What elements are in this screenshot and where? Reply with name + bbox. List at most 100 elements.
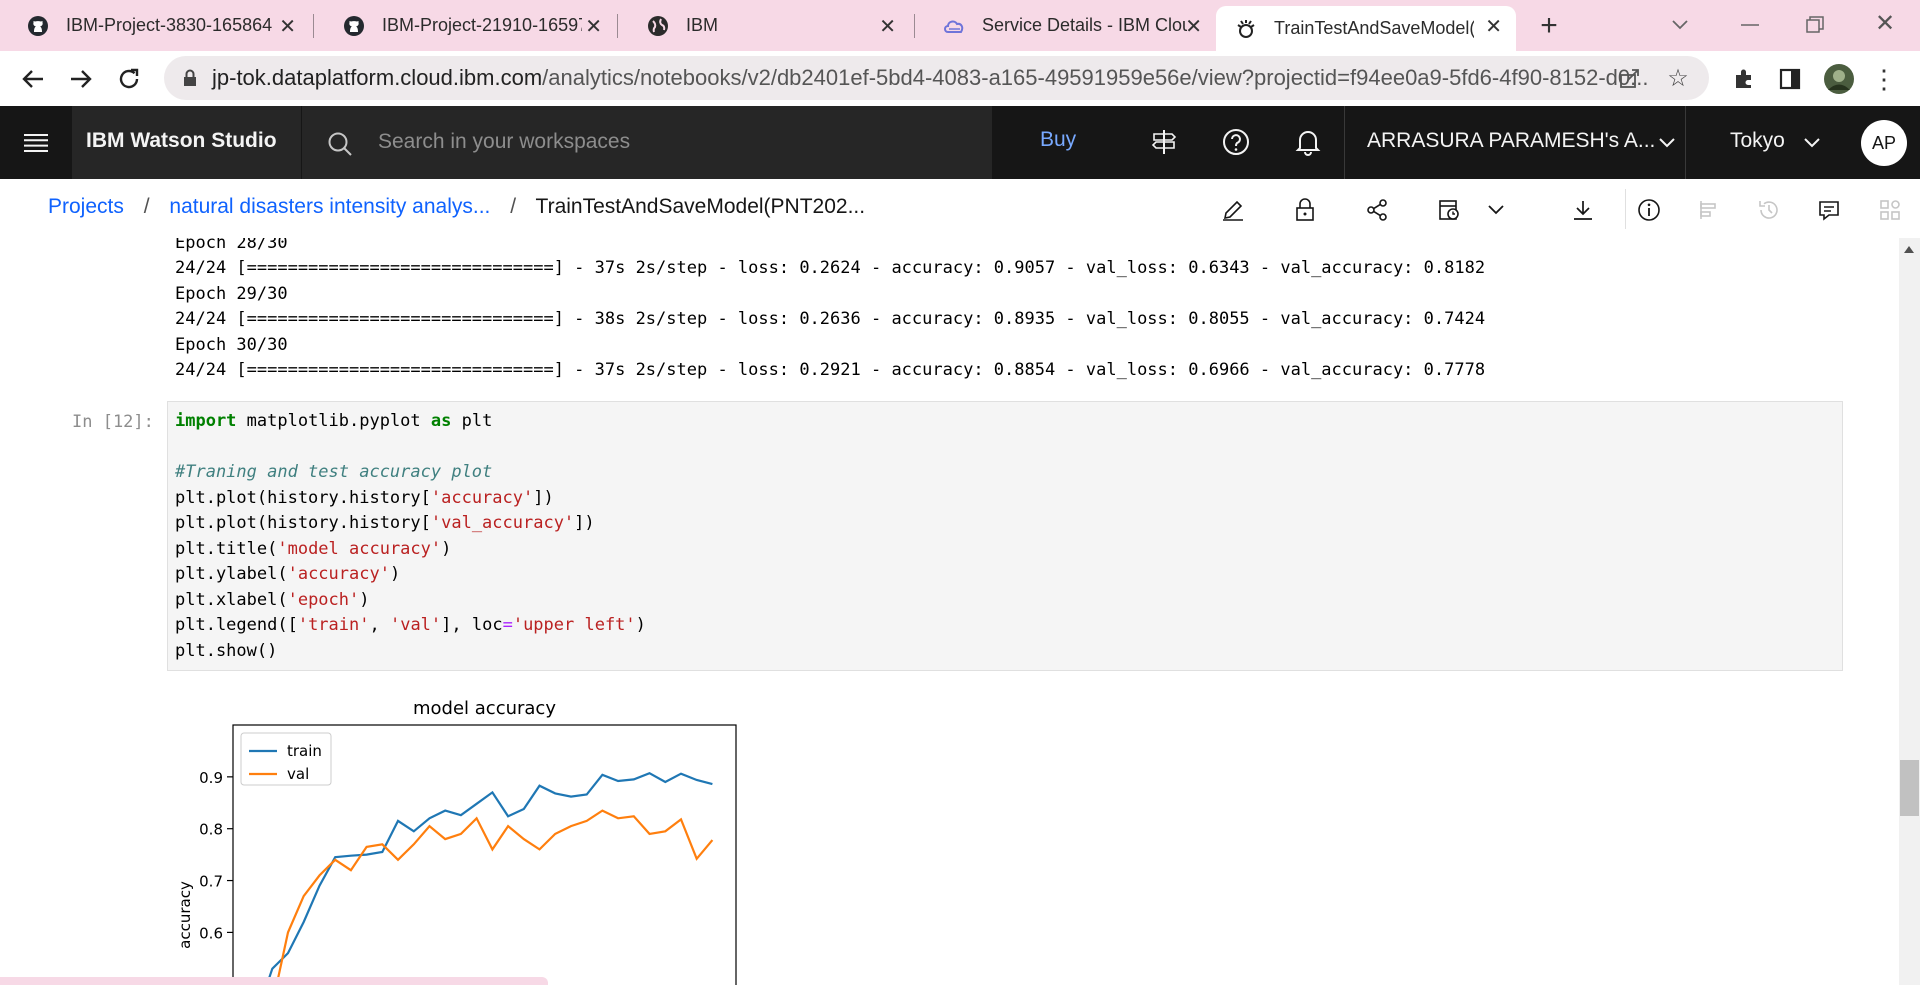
brand-area[interactable]: IBM Watson Studio — [72, 106, 301, 179]
data-assets-icon[interactable] — [1875, 195, 1905, 225]
cell-prompt: In [12]: — [72, 412, 154, 432]
browser-tab-1[interactable]: IBM-Project-3830-165864 ✕ — [0, 6, 310, 45]
tab-title: Service Details - IBM Clou — [982, 15, 1187, 35]
search-placeholder: Search in your workspaces — [378, 130, 631, 153]
chevron-down-icon[interactable] — [1483, 197, 1509, 223]
browser-tab-5-active[interactable]: TrainTestAndSaveModel(P ✕ — [1216, 6, 1516, 51]
user-avatar[interactable]: AP — [1861, 120, 1907, 166]
globe-icon — [646, 14, 670, 38]
comments-icon[interactable] — [1814, 195, 1844, 225]
breadcrumb: Projects / natural disasters intensity a… — [48, 195, 865, 219]
reload-icon[interactable] — [112, 63, 146, 95]
minimize-icon[interactable] — [1735, 10, 1765, 40]
region-switcher[interactable]: Tokyo — [1686, 106, 1830, 179]
code-snippets-icon[interactable] — [1694, 195, 1724, 225]
scrollbar-thumb[interactable] — [1900, 760, 1919, 816]
code-line: plt.legend(['train', 'val'], loc='upper … — [175, 615, 646, 635]
restore-icon[interactable] — [1800, 10, 1830, 40]
tab-title: IBM-Project-3830-165864 — [66, 15, 273, 35]
browser-tab-strip: IBM-Project-3830-165864 ✕ IBM-Project-21… — [0, 0, 1920, 51]
notification-bell-icon[interactable] — [1292, 126, 1324, 158]
watson-icon — [1234, 17, 1258, 41]
scroll-up-arrow-icon[interactable] — [1904, 246, 1914, 253]
breadcrumb-current-notebook: TrainTestAndSaveModel(PNT202... — [535, 195, 866, 218]
browser-toolbar: ☆ jp-tok.dataplatform.cloud.ibm.com/anal… — [0, 51, 1920, 106]
profile-avatar[interactable] — [1822, 62, 1856, 96]
extensions-icon[interactable] — [1728, 63, 1760, 95]
url-text: jp-tok.dataplatform.cloud.ibm.com/analyt… — [212, 65, 1648, 91]
output-line: Epoch 30/30 — [175, 335, 288, 355]
help-icon[interactable] — [1220, 126, 1252, 158]
schedule-job-icon[interactable] — [1434, 195, 1464, 225]
account-name: ARRASURA PARAMESH's A... — [1367, 129, 1656, 152]
forward-icon[interactable] — [64, 63, 98, 95]
output-line: Epoch 29/30 — [175, 284, 288, 304]
y-tick-label: 0.7 — [199, 873, 223, 891]
workspace-search[interactable]: Search in your workspaces — [301, 106, 992, 179]
close-icon[interactable]: ✕ — [585, 14, 602, 39]
close-icon[interactable]: ✕ — [1485, 14, 1502, 39]
tab-title: TrainTestAndSaveModel(P — [1274, 18, 1474, 38]
code-line: plt.xlabel('epoch') — [175, 590, 370, 610]
tab-divider — [617, 14, 618, 38]
y-tick-label: 0.6 — [199, 924, 223, 942]
brand-name: IBM Watson Studio — [86, 129, 277, 152]
info-icon[interactable] — [1634, 195, 1664, 225]
version-history-icon[interactable] — [1754, 195, 1784, 225]
signpost-icon[interactable] — [1148, 126, 1180, 158]
watson-header: IBM Watson Studio Search in your workspa… — [0, 106, 1920, 179]
side-panel-icon[interactable] — [1774, 63, 1806, 95]
tab-divider — [313, 14, 314, 38]
lock-icon[interactable] — [180, 68, 200, 88]
chevron-down-icon[interactable] — [1665, 10, 1695, 40]
back-icon[interactable] — [16, 63, 50, 95]
browser-tab-3[interactable]: IBM ✕ — [620, 6, 910, 45]
buy-link[interactable]: Buy — [1040, 128, 1076, 152]
browser-tab-4[interactable]: Service Details - IBM Clou ✕ — [916, 6, 1216, 45]
notebook-area: Epoch 28/30 24/24 [=====================… — [0, 238, 1920, 985]
edit-pencil-icon[interactable] — [1218, 195, 1248, 225]
tab-title: IBM — [686, 15, 719, 35]
breadcrumb-projects-link[interactable]: Projects — [48, 195, 124, 218]
code-line: plt.title('model accuracy') — [175, 539, 452, 559]
breadcrumb-toolbar: Projects / natural disasters intensity a… — [0, 179, 1920, 239]
output-line: Epoch 28/30 — [175, 238, 288, 253]
y-tick-label: 0.8 — [199, 821, 223, 839]
browser-tab-2[interactable]: IBM-Project-21910-16597 ✕ — [316, 6, 616, 45]
notebook-scrollbar[interactable] — [1899, 238, 1920, 985]
code-line: plt.show() — [175, 641, 278, 661]
lock-icon[interactable] — [1290, 195, 1320, 225]
new-tab-icon[interactable]: + — [1530, 9, 1568, 42]
series-line-val — [255, 809, 714, 985]
toolbar-divider — [1625, 189, 1626, 229]
close-icon[interactable]: ✕ — [279, 14, 296, 39]
output-line: 24/24 [==============================] -… — [175, 360, 1486, 380]
legend-label-val: val — [287, 765, 309, 783]
download-icon[interactable] — [1568, 195, 1598, 225]
breadcrumb-project-link[interactable]: natural disasters intensity analys... — [169, 195, 490, 218]
code-line: import matplotlib.pyplot as plt — [175, 411, 493, 431]
code-line: plt.ylabel('accuracy') — [175, 564, 401, 584]
account-switcher[interactable]: ARRASURA PARAMESH's A... — [1345, 106, 1685, 179]
code-comment: #Traning and test accuracy plot — [175, 462, 493, 482]
breadcrumb-separator: / — [510, 195, 517, 218]
legend-label-train: train — [287, 742, 322, 760]
ibm-cloud-icon — [942, 14, 966, 38]
region-name: Tokyo — [1730, 129, 1785, 152]
accuracy-chart: model accuracy0.90.80.70.60.5accuracytra… — [176, 698, 737, 985]
url-host: jp-tok.dataplatform.cloud.ibm.com — [212, 65, 543, 90]
github-icon — [26, 14, 50, 38]
chart-title: model accuracy — [413, 698, 556, 719]
hamburger-menu-icon[interactable] — [0, 106, 72, 179]
bookmark-star-icon[interactable]: ☆ — [1664, 64, 1692, 92]
close-icon[interactable]: ✕ — [1185, 14, 1202, 39]
share-icon[interactable] — [1362, 195, 1392, 225]
browser-menu-icon[interactable]: ⋮ — [1871, 63, 1897, 95]
github-icon — [342, 14, 366, 38]
code-cell[interactable]: import matplotlib.pyplot as plt #Traning… — [167, 401, 1843, 671]
code-line: plt.plot(history.history['accuracy']) — [175, 488, 554, 508]
close-icon[interactable]: ✕ — [879, 14, 896, 39]
breadcrumb-separator: / — [143, 195, 150, 218]
window-close-icon[interactable]: ✕ — [1870, 8, 1900, 38]
chevron-down-icon — [1659, 136, 1675, 150]
